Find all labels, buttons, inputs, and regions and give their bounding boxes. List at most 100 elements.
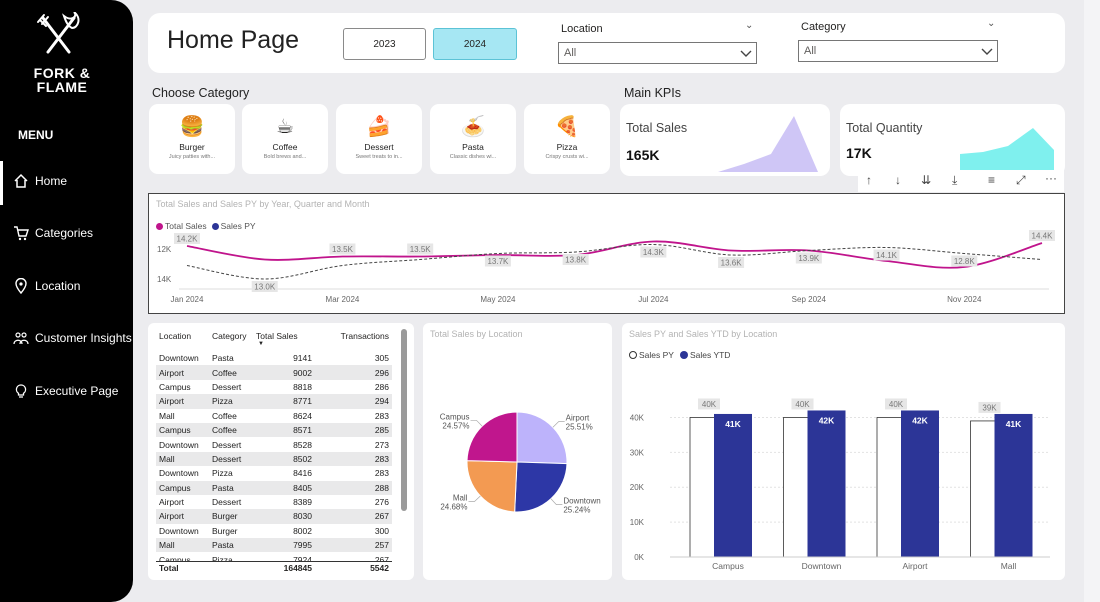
category-name: Pizza: [556, 142, 578, 152]
go-to-next-level-icon[interactable]: ⇊: [921, 173, 931, 187]
data-label: 13.7K: [487, 257, 509, 266]
table-scrollbar[interactable]: [401, 329, 407, 511]
table-total-row: Total 164845 5542: [156, 563, 392, 573]
chevron-down-icon[interactable]: ⌄: [987, 18, 995, 29]
table-row[interactable]: Airport Pizza 8771 294: [156, 394, 392, 409]
column-header-category[interactable]: Category: [209, 331, 253, 341]
category-card-dessert[interactable]: 🍰 Dessert Sweet treats to in...: [336, 104, 422, 174]
sidebar-item-customer-insights[interactable]: Customer Insights: [0, 318, 133, 358]
sidebar-item-executive-page[interactable]: Executive Page: [0, 371, 133, 411]
table-row[interactable]: Airport Dessert 8389 276: [156, 495, 392, 509]
drill-up-icon[interactable]: ↑: [866, 173, 872, 187]
total-category: [209, 563, 253, 573]
table-row[interactable]: Downtown Pasta 9141 305: [156, 351, 392, 365]
year-button-2024[interactable]: 2024: [433, 28, 517, 60]
pie-leader-line: [468, 495, 481, 502]
bar-sales-ytd-mall: [994, 413, 1033, 557]
data-label: 41K: [725, 419, 741, 429]
column-header-transactions[interactable]: Transactions: [315, 331, 392, 341]
category-card-pizza[interactable]: 🍕 Pizza Crispy crusts wi...: [524, 104, 610, 174]
cell-category: Pizza: [212, 554, 233, 561]
table-row[interactable]: Mall Dessert 8502 283: [156, 451, 392, 467]
category-dropdown[interactable]: All: [798, 40, 998, 62]
sales-table: Downtown Pasta 9141 305 Airport Coffee 9002 296…: [156, 351, 392, 561]
column-header-total-sales[interactable]: Total Sales: [253, 331, 315, 341]
cell-total-sales: 9141: [293, 353, 312, 364]
coffee-icon: ☕: [276, 116, 294, 138]
fork-knife-flame-logo-icon: [37, 12, 80, 54]
visual-header-toolbar: ↑ ↓ ⇊ ⤓ ≡ ⤢ ···: [858, 170, 1064, 192]
table-row[interactable]: Campus Coffee 8571 285: [156, 422, 392, 438]
brand-line-1: FORK &: [33, 65, 91, 81]
sidebar: FORK & FLAME MENU Home Categories Locati…: [0, 0, 133, 602]
dessert-icon: 🍰: [366, 116, 392, 138]
chevron-down-icon[interactable]: ⌄: [745, 20, 753, 31]
y-tick-label: 14K: [157, 275, 172, 284]
expand-hierarchy-icon[interactable]: ⤓: [952, 173, 957, 188]
cell-total-sales: 8405: [253, 480, 315, 495]
cell-transactions: 257: [315, 538, 392, 553]
cell-category: Coffee: [209, 365, 253, 380]
sidebar-item-label: Home: [35, 174, 68, 188]
data-label: 13.8K: [565, 256, 587, 265]
table-row[interactable]: Downtown Burger 8002 300: [156, 524, 392, 538]
location-dropdown[interactable]: All: [558, 42, 757, 64]
table-row[interactable]: Campus Pasta 8405 288: [156, 480, 392, 495]
category-slicer-label: Category: [801, 21, 846, 33]
pie-slice-label: Downtown: [563, 497, 600, 506]
table-row[interactable]: Campus Pizza 7924 267: [156, 552, 392, 561]
cell-location: Mall: [156, 451, 209, 467]
cell-category: Pasta: [212, 353, 234, 364]
data-label: 14.4K: [1032, 232, 1054, 241]
location-slicer-label: Location: [561, 23, 603, 35]
table-row[interactable]: Mall Pasta 7995 257: [156, 538, 392, 553]
cell-total-sales: 8528: [293, 439, 312, 450]
cell-total-sales: 7924: [293, 554, 312, 561]
sidebar-item-home[interactable]: Home: [0, 161, 133, 205]
pie-slice-percent: 24.68%: [440, 502, 467, 511]
year-button-2023[interactable]: 2023: [343, 28, 426, 60]
sidebar-item-location[interactable]: Location: [0, 266, 133, 306]
bar-sales-ytd-downtown: [807, 410, 846, 557]
data-label: 40K: [889, 400, 904, 409]
category-card-burger[interactable]: 🍔 Burger Juicy patties with...: [149, 104, 235, 174]
cell-location: Airport: [156, 509, 209, 524]
data-label: 40K: [702, 400, 717, 409]
x-tick-label: Airport: [902, 561, 928, 571]
data-label: 13.5K: [410, 245, 432, 254]
more-options-icon[interactable]: ···: [1045, 171, 1057, 185]
table-row[interactable]: Mall Coffee 8624 283: [156, 409, 392, 423]
sidebar-item-categories[interactable]: Categories: [0, 213, 133, 253]
data-label: 40K: [795, 400, 810, 409]
sort-descending-icon[interactable]: ▼: [258, 341, 264, 347]
table-row[interactable]: Downtown Dessert 8528 273: [156, 437, 392, 451]
table-row[interactable]: Airport Burger 8030 267: [156, 509, 392, 524]
table-row[interactable]: Downtown Pizza 8416 283: [156, 466, 392, 480]
cell-location: Mall: [156, 538, 209, 553]
bar-sales-ytd-campus: [714, 413, 752, 557]
cell-location: Campus: [156, 422, 209, 438]
data-label: 14.3K: [643, 248, 665, 257]
cell-total-sales: 8002: [293, 525, 312, 536]
table-row[interactable]: Airport Coffee 9002 296: [156, 365, 392, 380]
y-tick-label: 10K: [630, 518, 645, 527]
x-tick-label: Jan 2024: [171, 295, 204, 304]
lightbulb-icon: [15, 384, 27, 398]
cell-transactions: 305: [374, 353, 389, 364]
column-header-location[interactable]: Location: [156, 331, 209, 341]
category-card-pasta[interactable]: 🍝 Pasta Classic dishes wi...: [430, 104, 516, 174]
filter-icon[interactable]: ≡: [988, 173, 995, 187]
sidebar-item-label: Customer Insights: [35, 331, 132, 345]
series-line-total-sales: [186, 240, 1043, 269]
cell-location: Airport: [156, 365, 209, 380]
table-row[interactable]: Campus Dessert 8818 286: [156, 380, 392, 394]
cell-total-sales: 8416: [293, 468, 312, 479]
brand-line-2: FLAME: [36, 79, 88, 95]
focus-mode-icon[interactable]: ⤢: [1016, 173, 1026, 188]
drill-down-icon[interactable]: ↓: [895, 173, 901, 187]
category-card-coffee[interactable]: ☕ Coffee Bold brews and...: [242, 104, 328, 174]
pie-slice-airport: [516, 411, 568, 465]
category-name: Pasta: [462, 142, 484, 152]
data-label: 14.2K: [177, 235, 199, 244]
bar-sales-ytd-airport: [901, 410, 939, 557]
